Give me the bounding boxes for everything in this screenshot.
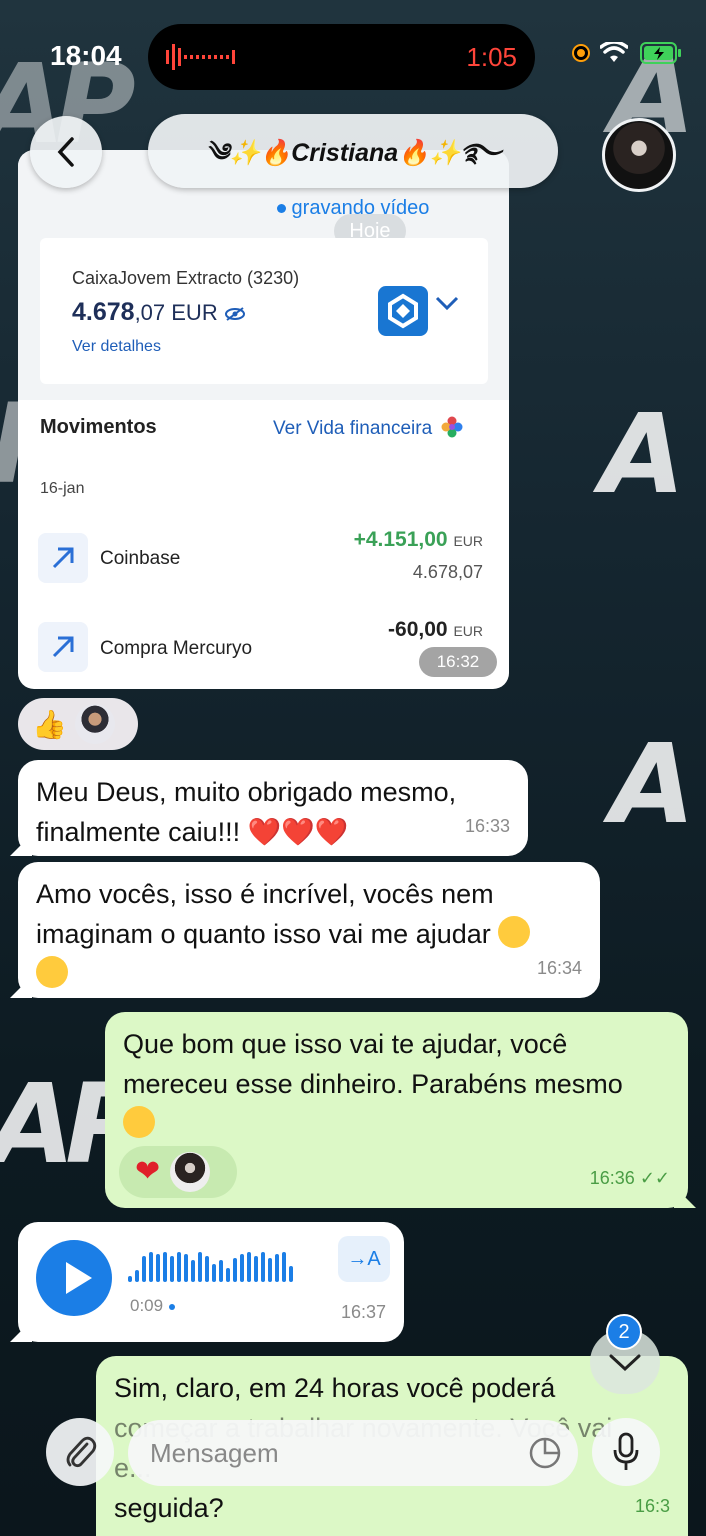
transaction-amount: -60,00 EUR	[388, 618, 483, 642]
contact-header[interactable]: ༄✨🔥Cristiana🔥✨࿐ gravando vídeo	[148, 114, 558, 219]
read-checkmarks-icon: ✓✓	[639, 1168, 670, 1188]
message-time: 16:34	[536, 958, 582, 978]
contact-avatar[interactable]	[602, 118, 676, 192]
sticker-icon[interactable]	[528, 1436, 562, 1470]
reactor-avatar	[74, 704, 115, 744]
message-text-line	[36, 954, 582, 994]
back-button[interactable]	[30, 116, 102, 188]
outgoing-message[interactable]: Que bom que isso vai te ajudar, você mer…	[105, 1012, 696, 1208]
chevron-left-icon	[57, 137, 74, 167]
message-time-text: 16:36	[589, 1168, 635, 1188]
message-time: 16:32	[419, 647, 497, 677]
message-time: 16:36 ✓✓	[590, 1158, 670, 1198]
play-button[interactable]	[36, 1240, 112, 1316]
transcribe-button[interactable]: →A	[338, 1236, 390, 1282]
message-text-part: finalmente caiu!!!	[36, 817, 248, 847]
message-text-part: imaginam o quanto isso vai me ajudar	[36, 919, 499, 949]
details-link: Ver detalhes	[72, 338, 161, 355]
message-text-line: finalmente caiu!!! ❤️❤️❤️	[36, 812, 510, 852]
recording-waveform-icon	[166, 44, 235, 70]
watermark-logo: A	[610, 720, 695, 848]
unplayed-dot-icon	[169, 1303, 176, 1310]
message-input-placeholder: Mensagem	[150, 1438, 279, 1468]
unread-badge: 2	[606, 1314, 642, 1350]
contact-name-text: Cristiana	[291, 139, 399, 167]
message-text-line	[123, 1104, 670, 1144]
system-icons	[574, 42, 682, 64]
contact-name: ༄✨🔥Cristiana🔥✨࿐	[148, 114, 558, 195]
transaction-balance: 4.678,07	[412, 562, 483, 582]
pleading-face-emoji-icon	[36, 956, 68, 988]
microphone-icon	[613, 1432, 639, 1470]
voice-record-button[interactable]	[592, 1418, 660, 1486]
incoming-message[interactable]: Amo vocês, isso é incrível, vocês nem im…	[10, 862, 600, 998]
account-balance: 4.678,07 EUR	[72, 298, 246, 327]
amount-value: -60,00	[388, 618, 448, 641]
thumbs-up-icon: 👍	[32, 708, 67, 740]
transaction-name: Compra Mercuryo	[100, 638, 253, 659]
smiling-face-emoji-icon	[123, 1106, 155, 1138]
message-text-line: Amo vocês, isso é incrível, vocês nem	[36, 879, 494, 909]
image-message-bank-statement[interactable]: Hoje CaixaJovem Extracto (3230) 4.678,07…	[18, 150, 509, 689]
audio-waveform	[128, 1252, 293, 1282]
reaction-pill[interactable]: 👍	[18, 698, 138, 750]
eye-hidden-icon	[224, 307, 245, 321]
message-text-line: imaginam o quanto isso vai me ajudar	[36, 914, 582, 954]
name-decoration-left: ༄✨🔥	[205, 139, 292, 167]
financial-life-link: Ver Vida financeira	[273, 416, 463, 440]
message-input[interactable]: Mensagem	[128, 1420, 578, 1486]
message-time: 16:33	[464, 816, 510, 836]
pleading-face-emoji-icon	[498, 916, 531, 948]
incoming-message[interactable]: Meu Deus, muito obrigado mesmo, finalmen…	[10, 760, 528, 856]
clock: 18:04	[50, 40, 122, 71]
privacy-indicator-icon	[574, 46, 588, 60]
amount-value: +4.151,00	[353, 528, 448, 551]
transaction-amount: +4.151,00 EUR	[354, 528, 483, 552]
contact-status: gravando vídeo	[148, 197, 558, 220]
watermark-logo: A	[600, 390, 685, 518]
heart-emoji-icon: ❤	[135, 1155, 161, 1188]
amount-currency: EUR	[453, 623, 483, 639]
chevron-down-icon	[435, 296, 459, 311]
battery-charging-icon	[640, 42, 681, 64]
message-text-line: Meu Deus, muito obrigado mesmo,	[36, 777, 457, 807]
message-text-line: seguida?	[114, 1493, 224, 1523]
message-text-line: Sim, claro, em 24 horas você poderá	[114, 1373, 556, 1403]
contact-status-text: gravando vídeo	[291, 197, 430, 219]
status-dot-icon	[276, 204, 286, 214]
reactor-avatar	[170, 1152, 211, 1192]
paperclip-icon	[66, 1436, 97, 1468]
flower-icon	[441, 416, 463, 438]
bank-logo-icon	[378, 286, 428, 336]
name-decoration-right: 🔥✨࿐	[398, 139, 501, 167]
reaction-pill[interactable]: ❤	[119, 1146, 237, 1198]
audio-duration: 0:09	[130, 1286, 176, 1326]
chevron-down-icon	[609, 1354, 641, 1372]
movements-title: Movimentos	[40, 416, 157, 438]
voice-message[interactable]: 0:09 →A 16:37	[10, 1222, 404, 1342]
balance-integer: 4.678	[72, 298, 135, 326]
account-card: CaixaJovem Extracto (3230) 4.678,07 EUR …	[40, 238, 488, 384]
attach-button[interactable]	[46, 1418, 114, 1486]
balance-decimal: ,07 EUR	[134, 300, 218, 325]
transaction-arrow-icon	[38, 622, 88, 672]
message-text-line: mereceu esse dinheiro. Parabéns mesmo	[123, 1069, 623, 1099]
dynamic-island: 1:05	[148, 24, 535, 90]
message-time: 16:3	[634, 1496, 670, 1516]
message-text-line: Que bom que isso vai te ajudar, você	[123, 1029, 568, 1059]
message-time: 16:37	[340, 1302, 386, 1322]
status-bar: 18:04 1:05	[0, 22, 706, 92]
audio-duration-text: 0:09	[130, 1296, 164, 1315]
wifi-icon	[600, 42, 628, 62]
financial-life-label: Ver Vida financeira	[273, 418, 433, 439]
account-name: CaixaJovem Extracto (3230)	[72, 268, 300, 288]
heart-emoji-icon: ❤️❤️❤️	[247, 817, 349, 847]
transaction-name: Coinbase	[100, 548, 181, 569]
recording-timer: 1:05	[466, 42, 517, 72]
amount-currency: EUR	[453, 533, 483, 549]
movement-date: 16-jan	[40, 480, 85, 497]
transaction-arrow-icon	[38, 533, 88, 583]
